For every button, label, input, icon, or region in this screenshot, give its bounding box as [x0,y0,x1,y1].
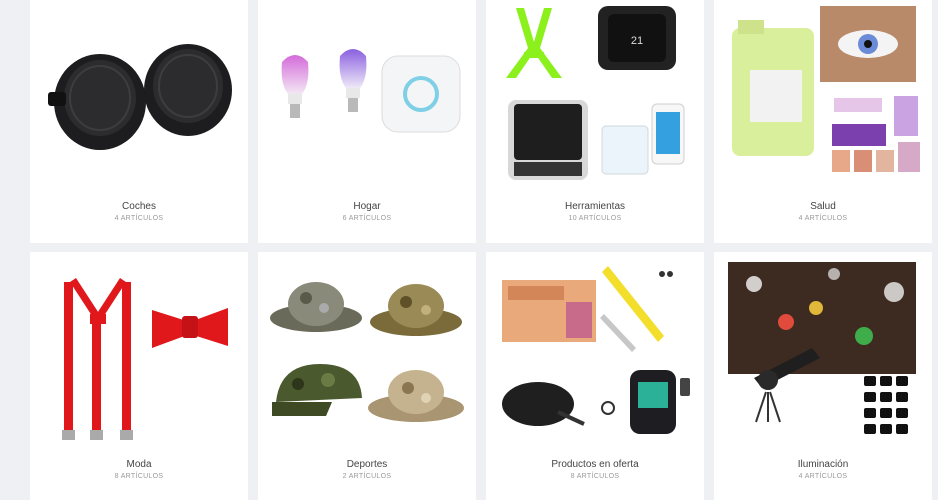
category-card-coches[interactable]: Coches 4 ARTÍCULOS [30,0,248,243]
magnetic-car-mount-icon [30,0,248,190]
category-title: Coches [122,201,156,212]
smart-bulbs-icon [258,0,476,190]
category-title: Herramientas [564,201,626,212]
svg-text:21: 21 [631,35,643,47]
category-title: Productos en oferta [551,459,639,470]
category-title: Hogar [353,201,381,212]
christmas-projector-icon [714,252,932,452]
category-grid: Coches 4 ARTÍCULOS Hogar 6 ARTÍCULOS 21 … [30,0,938,500]
category-count: 4 ARTÍCULOS [114,215,164,222]
category-card-salud[interactable]: Salud 4 ARTÍCULOS [714,0,932,243]
category-count: 2 ARTÍCULOS [342,473,392,480]
category-card-deportes[interactable]: Deportes 2 ARTÍCULOS [258,252,476,500]
category-count: 10 ARTÍCULOS [568,215,622,222]
camo-hats-icon [258,252,476,452]
category-card-herramientas[interactable]: 21 Herramientas 10 ARTÍCULOS [486,0,704,243]
category-title: Moda [126,459,152,470]
offer-products-icon [486,252,704,452]
category-count: 8 ARTÍCULOS [570,473,620,480]
category-count: 8 ARTÍCULOS [114,473,164,480]
category-card-iluminacion[interactable]: Iluminación 4 ARTÍCULOS [714,252,932,500]
thermostat-icon: 21 [486,0,704,190]
suspenders-bowtie-icon [30,252,248,452]
category-card-productos-en-oferta[interactable]: Productos en oferta 8 ARTÍCULOS [486,252,704,500]
category-count: 4 ARTÍCULOS [798,215,848,222]
category-title: Salud [810,201,836,212]
category-count: 4 ARTÍCULOS [798,473,848,480]
category-title: Iluminación [797,459,849,470]
health-products-icon [714,0,932,190]
category-title: Deportes [346,459,388,470]
category-count: 6 ARTÍCULOS [342,215,392,222]
category-card-moda[interactable]: Moda 8 ARTÍCULOS [30,252,248,500]
category-card-hogar[interactable]: Hogar 6 ARTÍCULOS [258,0,476,243]
